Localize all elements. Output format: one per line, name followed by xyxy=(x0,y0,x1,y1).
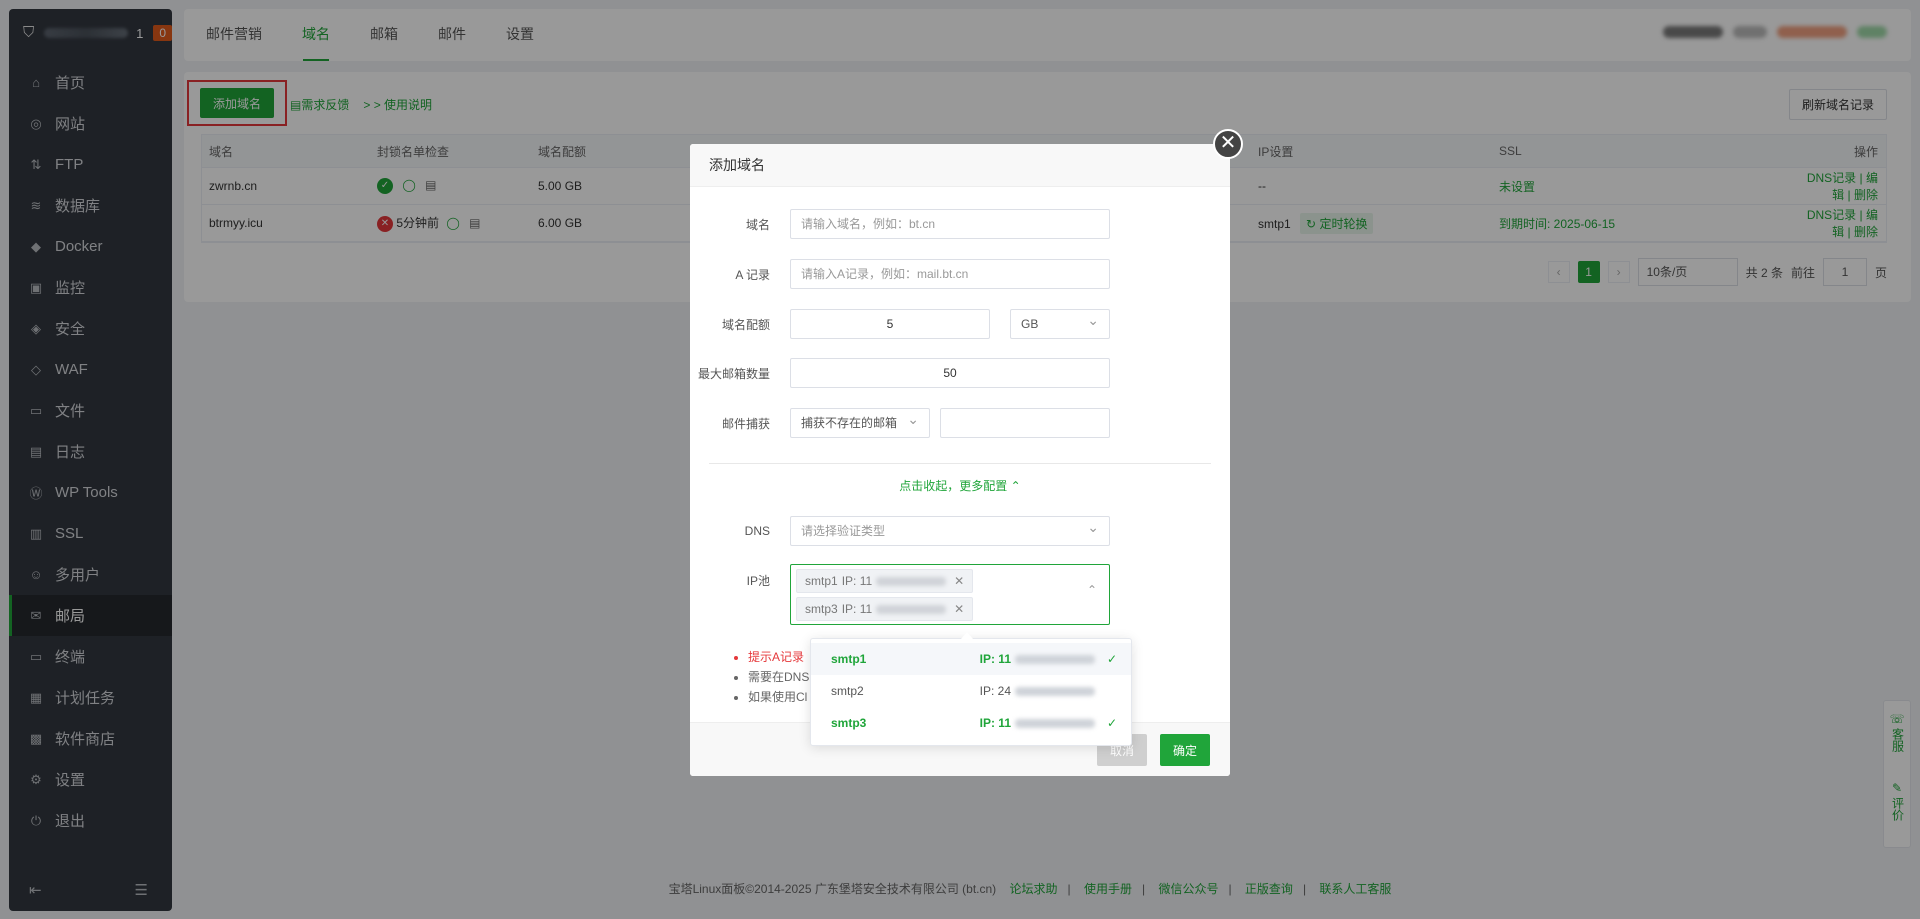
domain-label: 域名 xyxy=(745,217,770,232)
option-name: smtp3 xyxy=(831,716,867,730)
note-item: 需要在DNS xyxy=(748,667,809,687)
blurred-ip xyxy=(1015,654,1095,664)
option-ip: IP: 11 xyxy=(980,652,1095,666)
more-config-toggle[interactable]: 点击收起，更多配置 ⌃ xyxy=(690,477,1230,494)
check-icon: ✓ xyxy=(1106,652,1117,666)
divider xyxy=(709,463,1211,464)
chip-name: smtp1 xyxy=(805,574,838,588)
check-icon: ✓ xyxy=(1106,716,1117,730)
option-ip-prefix: IP: 11 xyxy=(979,716,1011,730)
dns-row: DNS 请选择验证类型 xyxy=(690,513,1110,546)
max-mailbox-row: 最大邮箱数量 50 xyxy=(690,358,1110,388)
chevron-up-icon[interactable]: ⌃ xyxy=(1087,583,1097,597)
ip-pool-select[interactable]: smtp1 IP: 11 ✕ smtp3 IP: 11 ✕ ⌃ xyxy=(790,564,1110,625)
blurred-ip xyxy=(1015,686,1095,696)
note-item: 如果使用Cl xyxy=(748,687,809,707)
chip-ip: IP: 11 xyxy=(841,602,873,616)
dialog-title: 添加域名 xyxy=(690,144,1230,187)
a-record-input[interactable]: 请输入A记录，例如：mail.bt.cn xyxy=(790,259,1110,289)
domain-input[interactable]: 请输入域名，例如：bt.cn xyxy=(790,209,1110,239)
blurred-ip xyxy=(1015,718,1095,728)
option-ip-prefix: IP: 11 xyxy=(979,652,1011,666)
option-ip-prefix: IP: 24 xyxy=(979,684,1011,698)
dropdown-option[interactable]: smtp3 IP: 11 ✓ xyxy=(811,707,1131,739)
catch-all-label: 邮件捕获 xyxy=(721,416,770,431)
quota-label: 域名配额 xyxy=(721,317,770,332)
chip-remove-icon[interactable]: ✕ xyxy=(954,574,964,588)
blurred-ip xyxy=(876,604,947,614)
quota-unit-select[interactable]: GB xyxy=(1010,306,1110,339)
catch-all-input[interactable] xyxy=(940,408,1110,438)
ip-pool-dropdown: smtp1 IP: 11 ✓ smtp2 IP: 24 smtp3 IP: 11 ✓ xyxy=(810,632,1132,746)
option-name: smtp1 xyxy=(831,652,867,666)
dns-label: DNS xyxy=(744,524,770,538)
a-record-label: A 记录 xyxy=(735,267,770,282)
notes-list: 提示A记录 需要在DNS 如果使用Cl xyxy=(748,647,809,707)
quota-row: 域名配额 5 GB xyxy=(690,306,1110,339)
max-mailbox-label: 最大邮箱数量 xyxy=(697,366,770,381)
note-item: 提示A记录 xyxy=(748,647,809,667)
blurred-ip xyxy=(876,576,947,586)
option-ip: IP: 11 xyxy=(980,716,1095,730)
dropdown-option[interactable]: smtp2 IP: 24 xyxy=(811,675,1131,707)
chevron-up-icon: ⌃ xyxy=(1010,479,1021,493)
ip-pool-label: IP池 xyxy=(746,574,770,588)
quota-input[interactable]: 5 xyxy=(790,309,990,339)
dropdown-option[interactable]: smtp1 IP: 11 ✓ xyxy=(811,643,1131,675)
chip-remove-icon[interactable]: ✕ xyxy=(954,602,964,616)
ip-pool-row: IP池 smtp1 IP: 11 ✕ smtp3 IP: 11 ✕ ⌃ xyxy=(690,564,1110,625)
catch-all-row: 邮件捕获 捕获不存在的邮箱 xyxy=(690,405,1110,438)
option-name: smtp2 xyxy=(831,684,864,698)
chip-name: smtp3 xyxy=(805,602,838,616)
chip-ip: IP: 11 xyxy=(841,574,873,588)
max-mailbox-input[interactable]: 50 xyxy=(790,358,1110,388)
ip-chip: smtp3 IP: 11 ✕ xyxy=(796,597,974,621)
catch-all-select[interactable]: 捕获不存在的邮箱 xyxy=(790,405,930,438)
option-ip: IP: 24 xyxy=(980,684,1095,698)
a-record-row: A 记录 请输入A记录，例如：mail.bt.cn xyxy=(690,259,1110,289)
confirm-button[interactable]: 确定 xyxy=(1160,734,1210,766)
toggle-label: 点击收起，更多配置 xyxy=(899,479,1008,493)
ip-chip: smtp1 IP: 11 ✕ xyxy=(796,569,974,593)
domain-row: 域名 请输入域名，例如：bt.cn xyxy=(690,209,1110,239)
close-icon[interactable]: ✕ xyxy=(1213,129,1243,159)
dns-select[interactable]: 请选择验证类型 xyxy=(790,513,1110,546)
